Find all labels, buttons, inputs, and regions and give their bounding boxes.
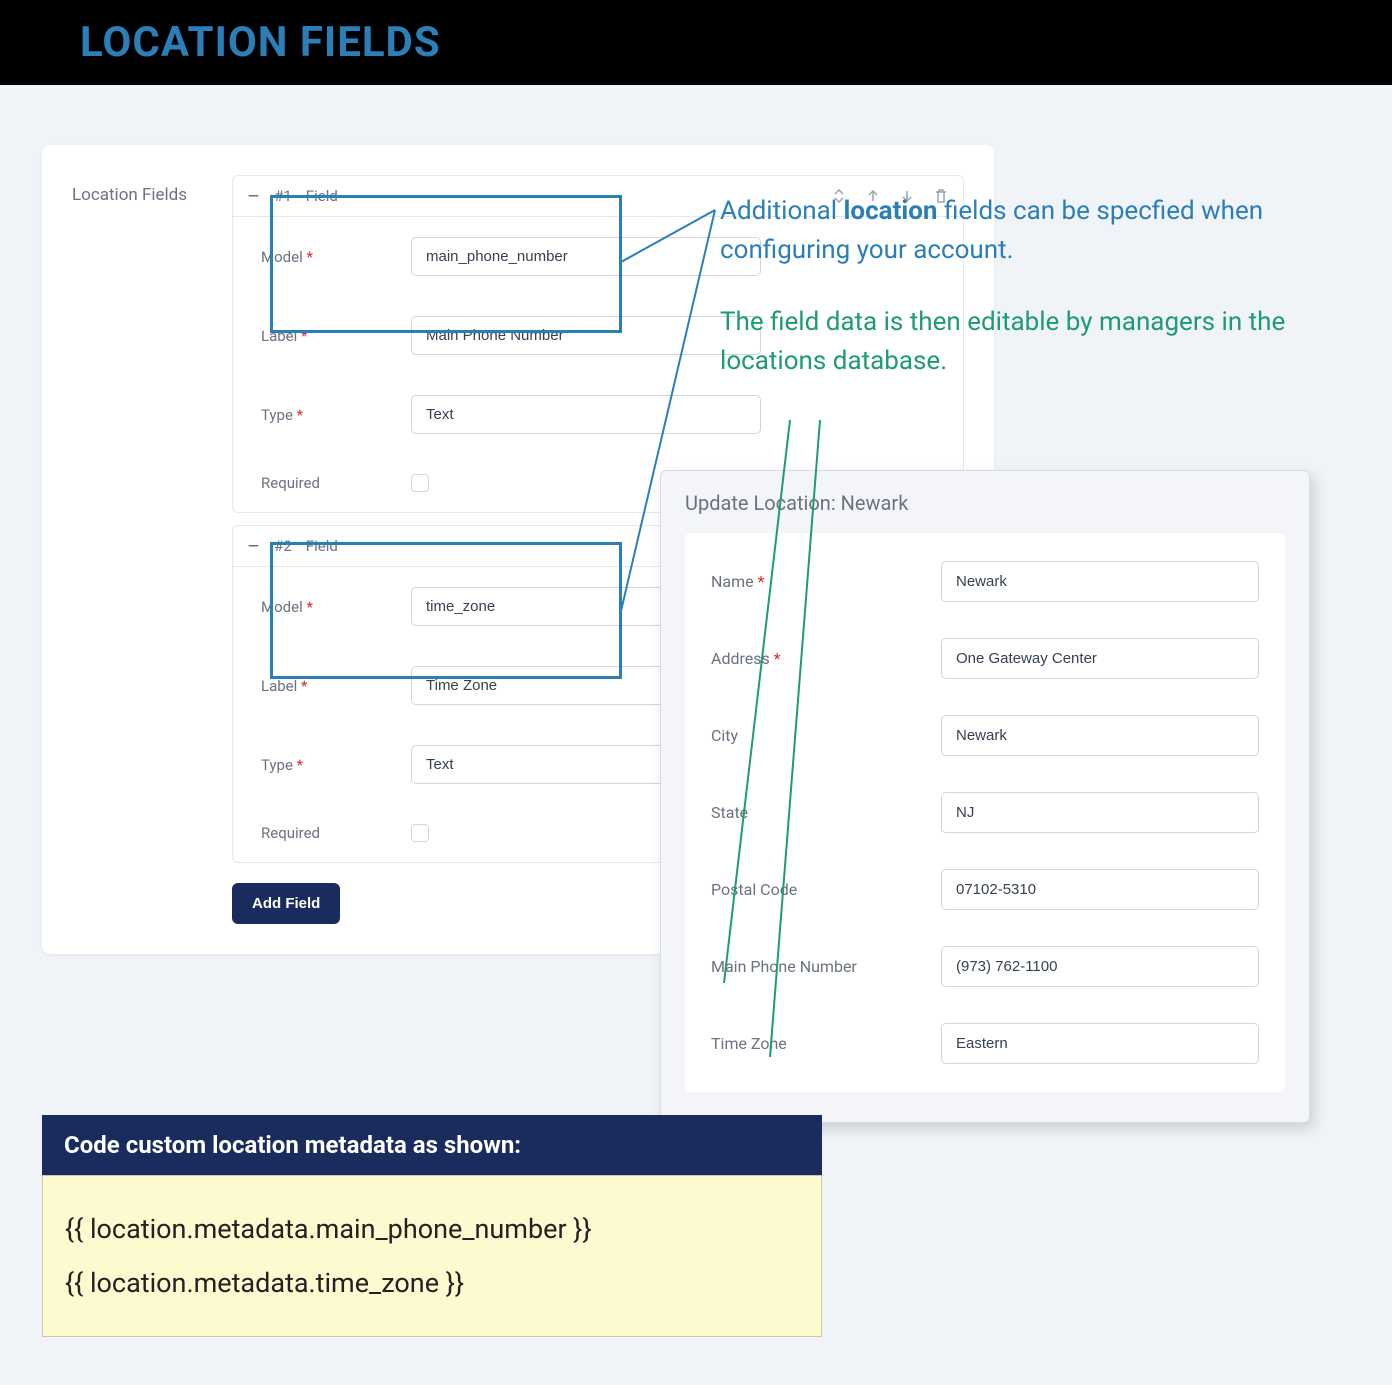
panel-label: Time Zone — [711, 1034, 941, 1053]
label-input[interactable] — [411, 316, 761, 355]
type-label: Type * — [261, 756, 411, 774]
panel-row: Postal Code — [685, 851, 1285, 928]
required-label: Required — [261, 824, 411, 842]
panel-input[interactable] — [941, 1023, 1259, 1064]
panel-label: Main Phone Number — [711, 957, 941, 976]
panel-title: Update Location: Newark — [685, 491, 1285, 515]
update-location-panel: Update Location: Newark Name * Address * C… — [660, 470, 1310, 1123]
field-word: Field — [306, 187, 338, 205]
panel-row: State — [685, 774, 1285, 851]
collapse-icon[interactable]: – — [247, 536, 260, 556]
page-title: LOCATION FIELDS — [80, 18, 1312, 67]
type-input[interactable] — [411, 395, 761, 434]
field-number: #1 — [274, 187, 292, 205]
label-label: Label * — [261, 677, 411, 695]
required-checkbox[interactable] — [411, 474, 429, 492]
panel-input[interactable] — [941, 946, 1259, 987]
panel-label: Address * — [711, 649, 941, 668]
code-line: {{ location.metadata.main_phone_number }… — [65, 1202, 799, 1256]
panel-input[interactable] — [941, 792, 1259, 833]
add-field-button[interactable]: Add Field — [232, 883, 340, 924]
required-label: Required — [261, 474, 411, 492]
panel-row: Name * — [685, 543, 1285, 620]
code-line: {{ location.metadata.time_zone }} — [65, 1256, 799, 1310]
type-label: Type * — [261, 406, 411, 424]
required-checkbox[interactable] — [411, 824, 429, 842]
label-label: Label * — [261, 327, 411, 345]
panel-label: Name * — [711, 572, 941, 591]
field-number: #2 — [274, 537, 292, 555]
code-example: Code custom location metadata as shown: … — [42, 1115, 822, 1337]
field-word: Field — [306, 537, 338, 555]
page-header: LOCATION FIELDS — [0, 0, 1392, 85]
model-input[interactable] — [411, 237, 761, 276]
annotation-text: Additional location fields can be specfi… — [720, 192, 1320, 270]
model-label: Model * — [261, 598, 411, 616]
panel-label: City — [711, 726, 941, 745]
panel-label: State — [711, 803, 941, 822]
panel-input[interactable] — [941, 638, 1259, 679]
model-label: Model * — [261, 248, 411, 266]
panel-input[interactable] — [941, 715, 1259, 756]
panel-label: Postal Code — [711, 880, 941, 899]
card-side-label: Location Fields — [72, 175, 212, 924]
panel-row: Address * — [685, 620, 1285, 697]
panel-row: City — [685, 697, 1285, 774]
code-header: Code custom location metadata as shown: — [42, 1115, 822, 1175]
annotation-text: The field data is then editable by manag… — [720, 303, 1320, 381]
panel-input[interactable] — [941, 869, 1259, 910]
panel-row: Main Phone Number — [685, 928, 1285, 1005]
collapse-icon[interactable]: – — [247, 186, 260, 206]
panel-input[interactable] — [941, 561, 1259, 602]
panel-row: Time Zone — [685, 1005, 1285, 1082]
